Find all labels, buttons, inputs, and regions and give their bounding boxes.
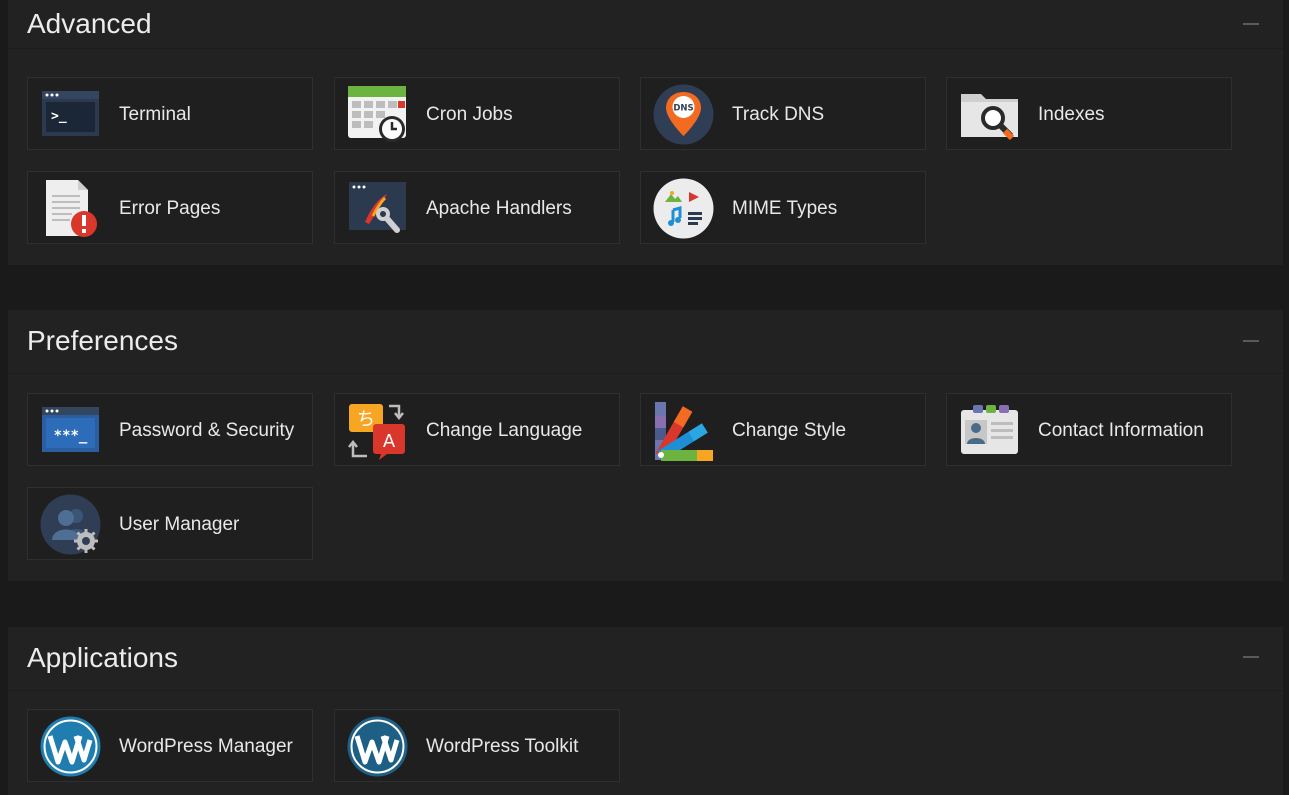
svg-text:>_: >_	[51, 109, 67, 124]
applications-header[interactable]: Applications	[8, 627, 1283, 691]
tile-label: WordPress Manager	[119, 736, 293, 757]
folder-search-icon	[959, 84, 1020, 145]
preferences-header[interactable]: Preferences	[8, 310, 1283, 374]
tile-terminal[interactable]: >_ Terminal	[27, 77, 313, 150]
users-gear-icon	[40, 494, 101, 555]
section-title-preferences: Preferences	[27, 325, 178, 356]
error-document-icon	[40, 178, 101, 239]
contact-card-icon	[959, 400, 1020, 461]
calendar-clock-icon	[347, 84, 408, 145]
tile-mime-types[interactable]: MIME Types	[640, 171, 926, 244]
tile-cron-jobs[interactable]: Cron Jobs	[334, 77, 620, 150]
collapse-icon[interactable]	[1243, 656, 1259, 658]
tile-wordpress-toolkit[interactable]: WordPress Toolkit	[334, 709, 620, 782]
tile-label: Terminal	[119, 104, 191, 125]
tile-indexes[interactable]: Indexes	[946, 77, 1232, 150]
tile-label: MIME Types	[732, 198, 838, 219]
tile-label: Contact Information	[1038, 420, 1204, 441]
collapse-icon[interactable]	[1243, 23, 1259, 25]
tile-error-pages[interactable]: Error Pages	[27, 171, 313, 244]
dns-pin-icon: DNS	[653, 84, 714, 145]
tile-label: Cron Jobs	[426, 104, 513, 125]
tile-label: Change Style	[732, 420, 847, 441]
tile-label: Password & Security	[119, 420, 295, 441]
tile-label: WordPress Toolkit	[426, 736, 579, 757]
tile-apache-handlers[interactable]: Apache Handlers	[334, 171, 620, 244]
tile-change-style[interactable]: Change Style	[640, 393, 926, 466]
tile-user-manager[interactable]: User Manager	[27, 487, 313, 560]
svg-text:A: A	[383, 431, 396, 452]
applications-section: Applications WordPress Manager WordPress…	[8, 627, 1283, 795]
svg-text:DNS: DNS	[673, 104, 693, 114]
tile-label: Error Pages	[119, 198, 221, 219]
tile-password-security[interactable]: ***_ Password & Security	[27, 393, 313, 466]
tile-contact-information[interactable]: Contact Information	[946, 393, 1232, 466]
tile-label: User Manager	[119, 514, 240, 535]
svg-text:ち: ち	[357, 409, 375, 430]
wordpress-icon	[347, 716, 408, 777]
collapse-icon[interactable]	[1243, 340, 1259, 342]
advanced-header[interactable]: Advanced	[8, 0, 1283, 49]
svg-text:***_: ***_	[54, 428, 88, 444]
tile-change-language[interactable]: ちA Change Language	[334, 393, 620, 466]
section-title-applications: Applications	[27, 642, 178, 673]
tile-track-dns[interactable]: DNS Track DNS	[640, 77, 926, 150]
advanced-section: Advanced >_ Terminal Cron Jobs DNS Track…	[8, 0, 1283, 265]
section-title-advanced: Advanced	[27, 8, 152, 39]
tile-label: Change Language	[426, 420, 583, 441]
tile-label: Indexes	[1038, 104, 1105, 125]
terminal-icon: >_	[40, 84, 101, 145]
mime-media-icon	[653, 178, 714, 239]
language-icon: ちA	[347, 400, 408, 461]
password-icon: ***_	[40, 400, 101, 461]
wordpress-icon	[40, 716, 101, 777]
tile-wordpress-manager[interactable]: WordPress Manager	[27, 709, 313, 782]
handler-wrench-icon	[347, 178, 408, 239]
tile-label: Apache Handlers	[426, 198, 572, 219]
preferences-section: Preferences ***_ Password & Security ちA …	[8, 310, 1283, 581]
color-swatch-icon	[653, 400, 714, 461]
tile-label: Track DNS	[732, 104, 825, 125]
